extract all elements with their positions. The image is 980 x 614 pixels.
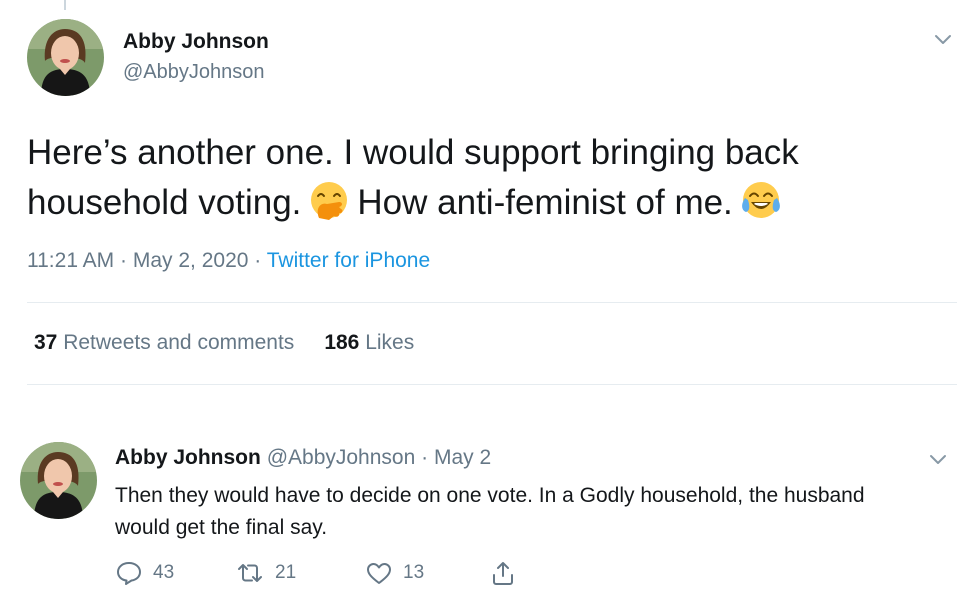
retweets-stat[interactable]: 37 Retweets and comments [34, 331, 294, 354]
avatar[interactable] [27, 19, 104, 96]
share-button[interactable] [490, 559, 516, 587]
share-icon [493, 562, 513, 585]
tweet-text-line1: Here’s another one. I would support brin… [27, 133, 799, 172]
reply-header: Abby Johnson @AbbyJohnson · May 2 [115, 446, 491, 470]
retweets-count: 37 [34, 331, 58, 354]
meta-separator: · [254, 249, 262, 272]
hand-over-mouth-emoji-icon [309, 180, 349, 234]
like-count: 13 [403, 562, 425, 583]
divider [27, 384, 957, 385]
heart-icon [367, 563, 391, 584]
tweet-date[interactable]: May 2, 2020 [133, 249, 249, 272]
reply-count: 43 [153, 562, 175, 583]
reply-date[interactable]: May 2 [434, 446, 491, 469]
chevron-down-icon[interactable] [930, 26, 956, 52]
thread-connector [64, 0, 66, 10]
reply-author-name[interactable]: Abby Johnson [115, 446, 261, 469]
reply-text: Then they would have to decide on one vo… [115, 484, 865, 539]
chevron-down-icon[interactable] [925, 446, 951, 472]
likes-count: 186 [324, 331, 360, 354]
reply-actions: 43 21 13 [115, 556, 516, 590]
tweet-meta: 11:21 AM · May 2, 2020 · Twitter for iPh… [27, 249, 430, 273]
tweet-text-line2a: household voting. [27, 183, 302, 222]
tweet-text-line2b: How anti-feminist of me. [357, 183, 733, 222]
reply-author-handle[interactable]: @AbbyJohnson [267, 446, 416, 469]
like-button[interactable]: 13 [365, 560, 490, 586]
reply-avatar[interactable] [20, 442, 97, 519]
comment-icon [117, 562, 141, 585]
tweet-text: Here’s another one. I would support brin… [27, 128, 927, 234]
divider [27, 302, 957, 303]
retweet-button[interactable]: 21 [235, 560, 365, 586]
meta-separator: · [120, 249, 128, 272]
retweet-icon [238, 564, 262, 582]
tweet-time[interactable]: 11:21 AM [27, 249, 114, 272]
author-name[interactable]: Abby Johnson [123, 30, 269, 54]
retweets-label: Retweets and comments [63, 331, 295, 354]
tears-of-joy-emoji-icon [741, 180, 781, 234]
retweet-count: 21 [275, 562, 297, 583]
likes-stat[interactable]: 186 Likes [324, 331, 414, 354]
tweet-stats: 37 Retweets and comments 186 Likes [34, 331, 414, 355]
reply-separator: · [421, 446, 429, 469]
author-handle[interactable]: @AbbyJohnson [123, 61, 265, 84]
reply-button[interactable]: 43 [115, 560, 235, 586]
tweet-source-link[interactable]: Twitter for iPhone [267, 249, 430, 272]
likes-label: Likes [365, 331, 415, 354]
